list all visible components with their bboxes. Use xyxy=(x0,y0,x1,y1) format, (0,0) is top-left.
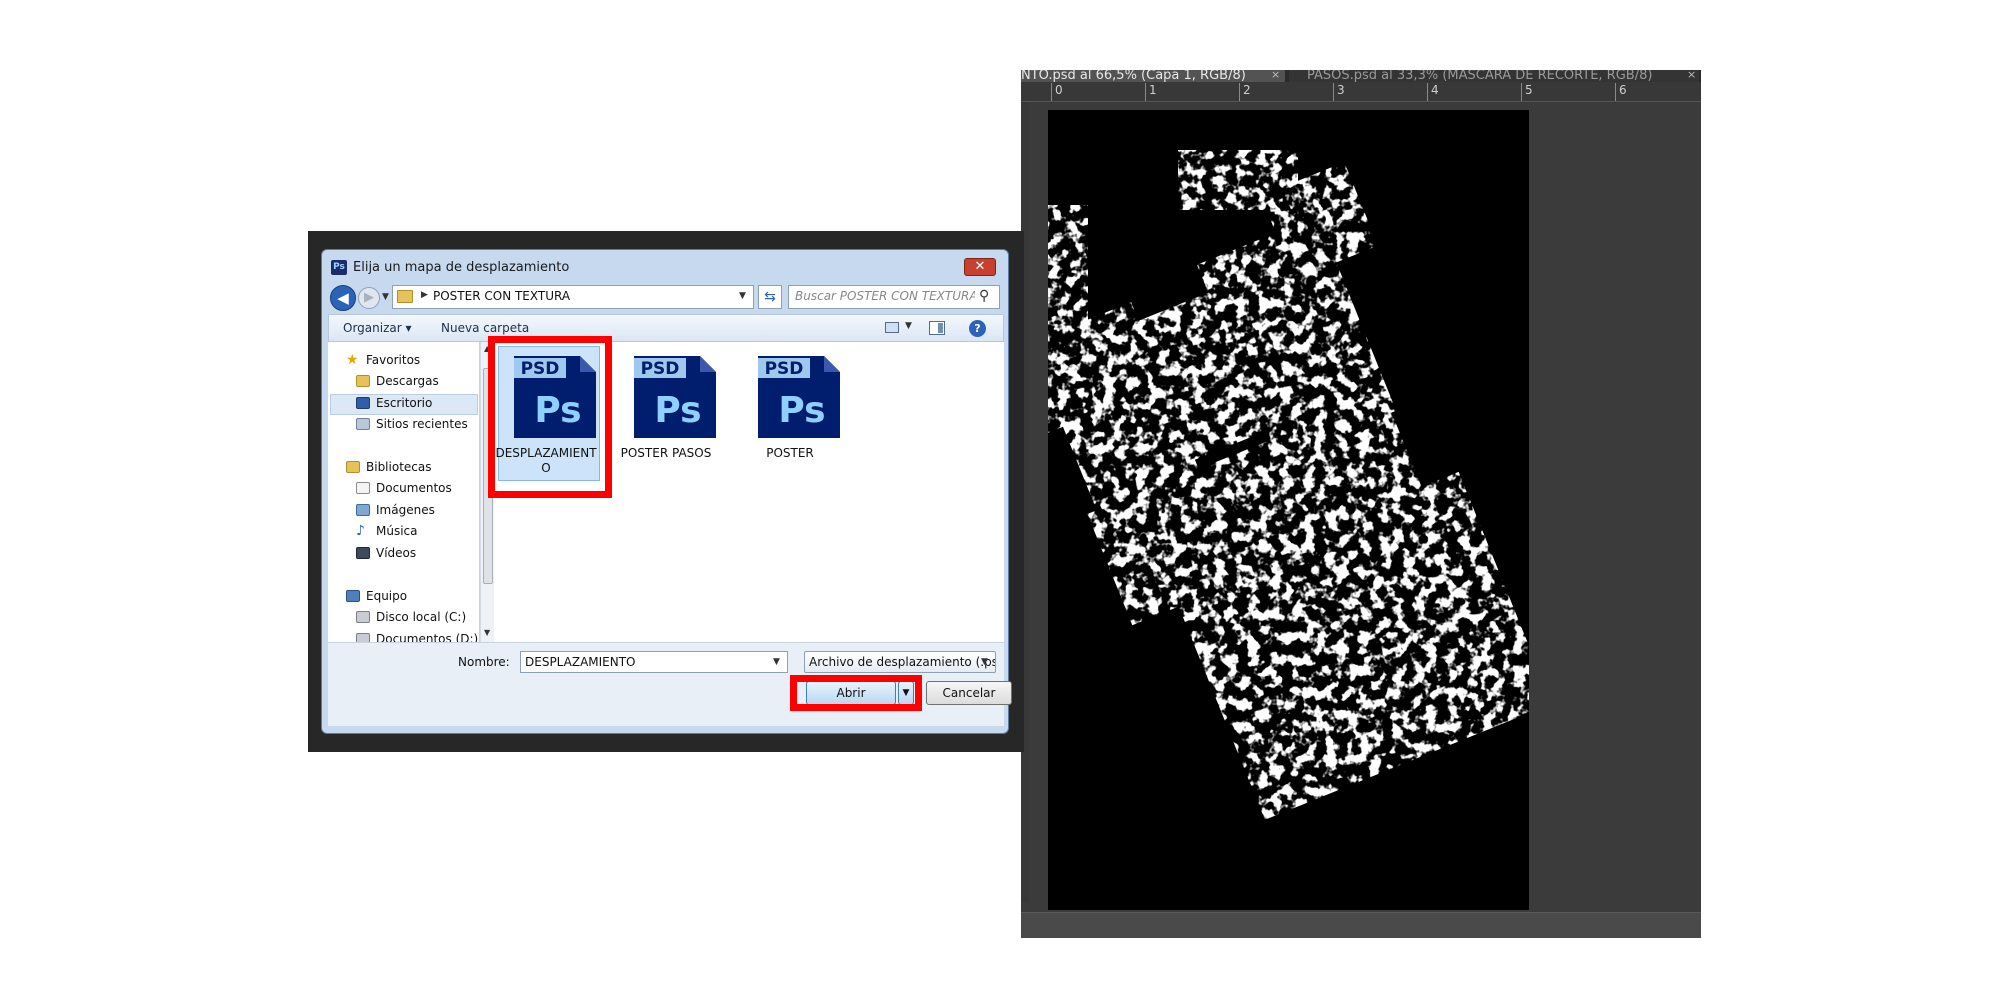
search-icon[interactable]: ⚲ xyxy=(979,288,989,304)
folder-icon xyxy=(397,290,413,303)
search-input[interactable] xyxy=(795,289,975,303)
chevron-down-icon[interactable]: ▼ xyxy=(739,291,746,301)
search-box[interactable]: ⚲ xyxy=(788,285,1000,309)
organize-button[interactable]: Organizar ▾ xyxy=(343,321,412,335)
psd-badge-text: PSD xyxy=(641,359,680,379)
images-icon xyxy=(356,504,370,516)
new-folder-button[interactable]: Nueva carpeta xyxy=(441,321,529,335)
desktop-icon xyxy=(356,397,370,409)
chevron-down-icon[interactable]: ▼ xyxy=(905,321,912,331)
address-bar[interactable]: ▶ POSTER CON TEXTURA ▼ xyxy=(392,285,754,309)
back-arrow-icon[interactable]: ◀ xyxy=(330,285,356,311)
help-icon[interactable]: ? xyxy=(969,320,986,337)
libraries-icon xyxy=(346,461,360,473)
tab-inactive-document[interactable]: PASOS.psd al 33,3% (MÁSCARA DE RECORTE, … xyxy=(1289,70,1699,82)
history-dropdown-icon[interactable]: ▼ xyxy=(382,292,389,302)
nav-item-images[interactable]: Imágenes xyxy=(376,503,435,517)
recent-places-icon xyxy=(356,418,370,430)
ruler-label: 2 xyxy=(1243,83,1251,97)
ps-logo-text: Ps xyxy=(778,390,825,431)
ruler-label: 6 xyxy=(1619,83,1627,97)
document-tab-bar: NTO.psd al 66,5% (Capa 1, RGB/8) × PASOS… xyxy=(1021,70,1701,82)
ruler-label: 5 xyxy=(1525,83,1533,97)
scroll-down-arrow-icon[interactable]: ▼ xyxy=(484,628,490,637)
filename-input[interactable] xyxy=(525,655,765,669)
chevron-down-icon[interactable]: ▼ xyxy=(773,657,780,667)
photoshop-app-icon: Ps xyxy=(331,260,347,275)
preview-pane-icon[interactable] xyxy=(929,321,945,335)
psd-badge-text: PSD xyxy=(765,359,804,379)
tab-close-icon[interactable]: × xyxy=(1271,70,1280,81)
tab-label: PASOS.psd al 33,3% (MÁSCARA DE RECORTE, … xyxy=(1307,70,1653,82)
file-name: POSTER PASOS xyxy=(620,446,712,460)
psd-file-icon: PSD Ps xyxy=(758,356,840,438)
file-type-select[interactable]: Archivo de desplazamiento (.ps ▼ xyxy=(804,651,996,673)
ruler-label: 0 xyxy=(1055,83,1063,97)
nav-item-desktop[interactable]: Escritorio xyxy=(376,396,432,410)
hard-drive-icon xyxy=(356,633,370,642)
breadcrumb-current-folder[interactable]: POSTER CON TEXTURA xyxy=(433,289,570,303)
nav-item-documents-d[interactable]: Documentos (D:) xyxy=(376,632,478,642)
nav-item-local-disk[interactable]: Disco local (C:) xyxy=(376,610,466,624)
forward-arrow-icon[interactable]: ▶ xyxy=(358,287,380,309)
tab-active-document[interactable]: NTO.psd al 66,5% (Capa 1, RGB/8) xyxy=(1021,70,1285,82)
file-name: POSTER xyxy=(766,446,814,460)
cancel-button[interactable]: Cancelar xyxy=(926,681,1012,705)
ps-logo-text: Ps xyxy=(654,390,701,431)
ruler-label: 1 xyxy=(1149,83,1157,97)
nav-item-computer[interactable]: Equipo xyxy=(366,589,407,603)
music-icon: ♪ xyxy=(356,523,365,539)
hard-drive-icon xyxy=(356,611,370,623)
refresh-icon[interactable]: ⇆ xyxy=(758,285,782,309)
downloads-folder-icon xyxy=(356,375,370,387)
nav-item-videos[interactable]: Vídeos xyxy=(376,546,416,560)
tab-label: NTO.psd al 66,5% (Capa 1, RGB/8) xyxy=(1021,70,1246,82)
document-canvas[interactable] xyxy=(1048,110,1529,910)
red-highlight-box xyxy=(488,336,612,498)
red-highlight-box xyxy=(790,675,922,711)
horizontal-ruler: 0 1 2 3 4 5 6 xyxy=(1021,82,1701,102)
filename-label: Nombre: xyxy=(458,655,510,669)
nav-item-documents[interactable]: Documentos xyxy=(376,481,452,495)
tab-close-icon[interactable]: × xyxy=(1687,70,1696,81)
change-view-icon[interactable] xyxy=(885,322,899,333)
photoshop-document-area: NTO.psd al 66,5% (Capa 1, RGB/8) × PASOS… xyxy=(1021,70,1701,938)
nav-item-recent[interactable]: Sitios recientes xyxy=(376,417,468,431)
nav-item-music[interactable]: Música xyxy=(376,524,418,538)
filename-combobox[interactable]: ▼ xyxy=(520,651,788,673)
documents-icon xyxy=(356,482,370,494)
navigation-pane: ★ Favoritos Descargas Escritorio Sitios … xyxy=(328,342,480,642)
command-toolbar: Organizar ▾ Nueva carpeta ▼ ? xyxy=(328,314,1004,342)
chevron-down-icon[interactable]: ▼ xyxy=(981,657,988,667)
ruler-label: 3 xyxy=(1337,83,1345,97)
psd-file-icon: PSD Ps xyxy=(634,356,716,438)
nav-item-favorites[interactable]: Favoritos xyxy=(366,353,420,367)
close-button[interactable]: ✕ xyxy=(964,258,996,276)
file-item-poster[interactable]: PSD Ps POSTER xyxy=(738,346,842,482)
horizontal-scrollbar[interactable] xyxy=(1021,912,1701,938)
open-file-dialog: Ps Elija un mapa de desplazamiento ✕ ◀ ▶… xyxy=(321,249,1012,734)
displacement-texture-image xyxy=(1048,150,1529,820)
ruler-label: 4 xyxy=(1431,83,1439,97)
file-type-value: Archivo de desplazamiento (.ps xyxy=(809,655,996,669)
breadcrumb-arrow-icon[interactable]: ▶ xyxy=(421,290,428,300)
videos-icon xyxy=(356,547,370,559)
star-icon: ★ xyxy=(346,352,359,368)
dialog-title: Elija un mapa de desplazamiento xyxy=(353,260,570,275)
file-item-poster-pasos[interactable]: PSD Ps POSTER PASOS xyxy=(614,346,718,482)
file-list: PSD Ps DESPLAZAMIENTO PSD Ps POSTER PASO… xyxy=(488,336,1004,642)
computer-icon xyxy=(346,590,360,602)
nav-item-libraries[interactable]: Bibliotecas xyxy=(366,460,431,474)
nav-item-downloads[interactable]: Descargas xyxy=(376,374,439,388)
dialog-footer: Nombre: ▼ Archivo de desplazamiento (.ps… xyxy=(328,642,1012,726)
